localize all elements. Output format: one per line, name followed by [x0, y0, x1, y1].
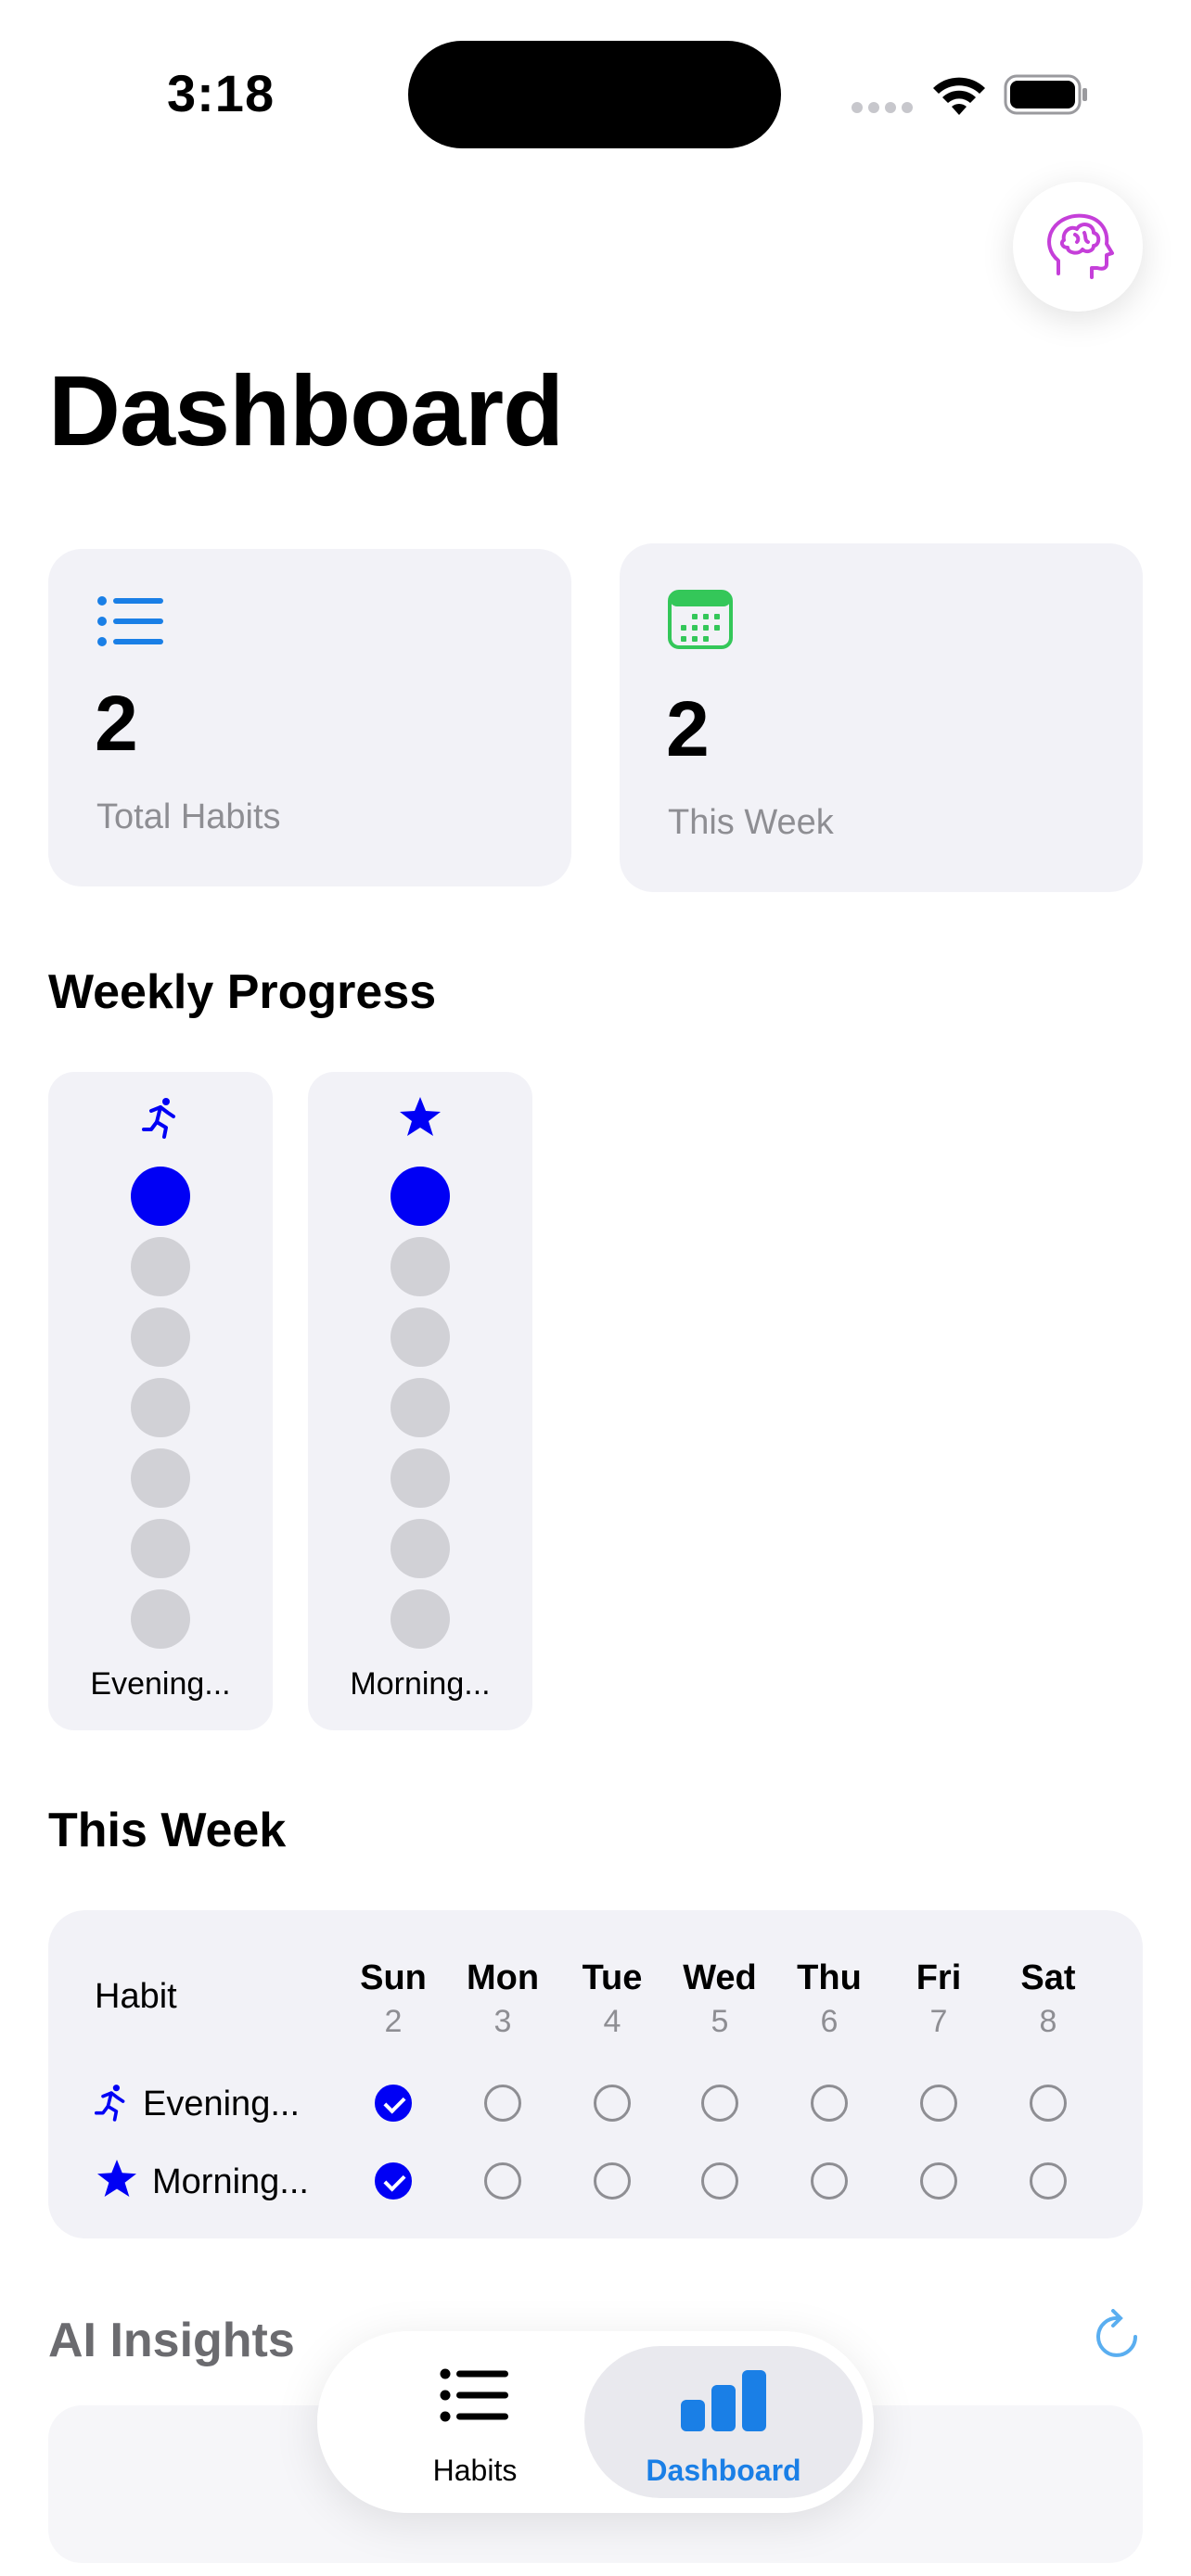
list-icon — [440, 2368, 508, 2422]
empty-circle-icon[interactable] — [484, 2085, 521, 2122]
empty-circle-icon[interactable] — [701, 2085, 738, 2122]
this-week-heading: This Week — [48, 1804, 287, 1857]
page-title: Dashboard — [48, 354, 564, 466]
empty-circle-icon[interactable] — [1030, 2085, 1067, 2122]
progress-dot — [131, 1378, 190, 1437]
progress-dot — [391, 1448, 450, 1508]
bar-chart-icon — [681, 2370, 766, 2431]
day-header: Fri 7 — [888, 1958, 990, 2040]
day-date: 6 — [820, 2004, 839, 2039]
day-header: Sat 8 — [997, 1958, 1099, 2040]
refresh-icon[interactable] — [1091, 2309, 1145, 2365]
cellular-signal-icon — [852, 102, 913, 113]
habit-name: Morning... — [152, 2162, 309, 2201]
ai-insights-heading: AI Insights — [48, 2314, 295, 2367]
day-date: 4 — [603, 2004, 621, 2039]
star-icon — [400, 1097, 441, 1136]
progress-dot — [391, 1519, 450, 1578]
day-date: 2 — [384, 2004, 403, 2039]
completed-check-icon[interactable] — [375, 2085, 412, 2122]
screen: 3:18 Dashboard 2 Total Habits 2 This Wee… — [0, 0, 1191, 2576]
stat-card-total-habits: 2 Total Habits — [48, 549, 571, 886]
habit-name: Evening... — [90, 1666, 231, 1702]
running-figure-icon — [142, 1098, 175, 1139]
empty-circle-icon[interactable] — [811, 2085, 848, 2122]
tab-habits[interactable]: Habits — [336, 2346, 614, 2498]
day-header: Sun 2 — [342, 1958, 444, 2040]
stat-label: This Week — [668, 803, 834, 842]
day-name: Mon — [466, 1958, 540, 1997]
status-time: 3:18 — [167, 64, 275, 122]
empty-circle-icon[interactable] — [811, 2162, 848, 2200]
stat-label: Total Habits — [96, 797, 281, 836]
weekly-progress-heading: Weekly Progress — [48, 965, 437, 1019]
tab-dashboard[interactable]: Dashboard — [584, 2346, 863, 2498]
progress-dot — [391, 1589, 450, 1649]
progress-dot — [131, 1167, 190, 1226]
brain-head-icon — [1047, 213, 1114, 279]
calendar-icon — [668, 590, 733, 649]
progress-dot — [131, 1519, 190, 1578]
day-name: Sun — [360, 1958, 427, 1997]
day-header: Mon 3 — [452, 1958, 554, 2040]
day-name: Sat — [1020, 1958, 1076, 1997]
wifi-icon — [933, 77, 985, 115]
day-name: Wed — [683, 1958, 757, 1997]
stat-card-this-week: 2 This Week — [620, 543, 1143, 892]
tab-label: Dashboard — [646, 2454, 801, 2487]
star-icon — [97, 2159, 136, 2198]
battery-icon — [1004, 74, 1087, 115]
day-name: Fri — [916, 1958, 962, 1997]
table-row: Morning... — [48, 2153, 1143, 2209]
progress-dot — [391, 1167, 450, 1226]
progress-dot — [131, 1448, 190, 1508]
completed-check-icon[interactable] — [375, 2162, 412, 2200]
progress-dot — [391, 1237, 450, 1296]
table-row: Evening... — [48, 2075, 1143, 2131]
empty-circle-icon[interactable] — [920, 2162, 957, 2200]
this-week-table: Habit Sun 2 Mon 3 Tue 4 Wed 5 Thu 6 Fri 7 Sat 8 Eveni… — [48, 1910, 1143, 2238]
day-header: Tue 4 — [561, 1958, 663, 2040]
running-figure-icon — [95, 2085, 125, 2122]
progress-dot — [391, 1307, 450, 1367]
day-date: 8 — [1039, 2004, 1057, 2039]
weekly-progress-column[interactable]: Evening... — [48, 1072, 273, 1730]
empty-circle-icon[interactable] — [920, 2085, 957, 2122]
list-icon — [97, 596, 163, 646]
progress-dot — [131, 1589, 190, 1649]
empty-circle-icon[interactable] — [484, 2162, 521, 2200]
day-name: Tue — [582, 1958, 643, 1997]
progress-dot — [131, 1237, 190, 1296]
empty-circle-icon[interactable] — [594, 2162, 631, 2200]
habit-column-header: Habit — [95, 1977, 177, 2016]
ai-assistant-button[interactable] — [1013, 182, 1143, 312]
day-header: Wed 5 — [669, 1958, 771, 2040]
day-date: 5 — [711, 2004, 729, 2039]
day-date: 3 — [493, 2004, 512, 2039]
progress-dot — [131, 1307, 190, 1367]
day-date: 7 — [929, 2004, 948, 2039]
tab-bar: Habits Dashboard — [317, 2331, 874, 2513]
stat-value: 2 — [95, 680, 138, 767]
empty-circle-icon[interactable] — [1030, 2162, 1067, 2200]
day-header: Thu 6 — [778, 1958, 880, 2040]
empty-circle-icon[interactable] — [701, 2162, 738, 2200]
stat-value: 2 — [666, 685, 710, 772]
empty-circle-icon[interactable] — [594, 2085, 631, 2122]
progress-dot — [391, 1378, 450, 1437]
habit-name: Morning... — [350, 1666, 491, 1702]
dynamic-island — [408, 41, 781, 148]
day-name: Thu — [797, 1958, 862, 1997]
weekly-progress-column[interactable]: Morning... — [308, 1072, 532, 1730]
habit-name: Evening... — [143, 2085, 300, 2123]
tab-label: Habits — [432, 2454, 518, 2487]
